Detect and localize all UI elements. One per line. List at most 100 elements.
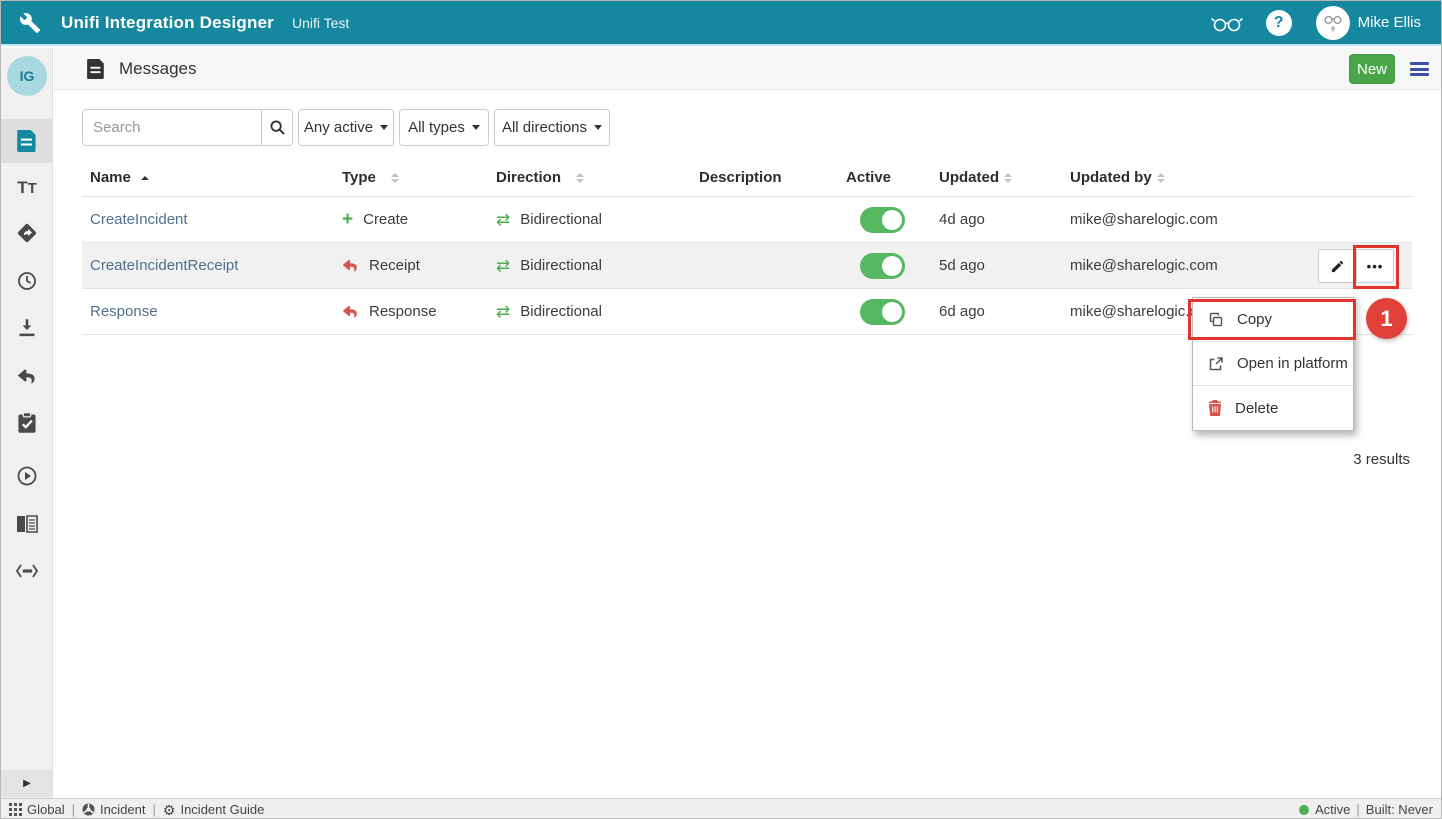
column-header-type[interactable]: Type bbox=[342, 169, 496, 186]
type-filter-dropdown[interactable]: All types bbox=[399, 109, 489, 146]
import-icon bbox=[17, 318, 37, 338]
environment-name[interactable]: Unifi Test bbox=[292, 15, 349, 31]
sidebar-item-responses[interactable] bbox=[1, 354, 53, 398]
column-label: Active bbox=[846, 169, 891, 186]
toggle-knob bbox=[882, 210, 902, 230]
column-label: Updated by bbox=[1070, 169, 1152, 186]
menu-item-label: Delete bbox=[1235, 400, 1278, 417]
updated-cell: 4d ago bbox=[939, 211, 1070, 228]
active-toggle[interactable] bbox=[860, 253, 905, 279]
column-header-updated[interactable]: Updated bbox=[939, 169, 1070, 186]
user-avatar[interactable] bbox=[1316, 6, 1350, 40]
row-actions: ••• bbox=[1318, 249, 1394, 283]
receipt-reply-icon bbox=[342, 258, 359, 273]
history-icon bbox=[16, 270, 38, 292]
external-link-icon bbox=[1208, 356, 1224, 372]
sort-icons bbox=[1004, 173, 1012, 183]
trash-icon bbox=[1208, 400, 1222, 416]
preview-glasses-icon[interactable] bbox=[1210, 11, 1244, 35]
menu-item-copy[interactable]: Copy bbox=[1193, 298, 1353, 342]
app-window: Unifi Integration Designer Unifi Test ? … bbox=[0, 0, 1442, 819]
chevron-down-icon bbox=[594, 125, 602, 130]
page-header: Messages New bbox=[54, 48, 1442, 90]
sidebar-item-fields[interactable]: TT bbox=[1, 166, 53, 210]
direction-label: Bidirectional bbox=[520, 211, 602, 228]
updated-by-cell: mike@sharelogic.com bbox=[1070, 257, 1310, 274]
gear-icon: ⚙ bbox=[163, 803, 176, 817]
direction-filter-label: All directions bbox=[502, 119, 587, 136]
message-name-link[interactable]: Response bbox=[90, 303, 158, 320]
sidebar-item-documentation[interactable] bbox=[1, 502, 53, 546]
app-title: Unifi Integration Designer bbox=[61, 13, 274, 33]
pencil-icon bbox=[1330, 259, 1345, 274]
active-status-icon bbox=[1299, 805, 1309, 815]
column-header-name[interactable]: Name bbox=[82, 169, 342, 186]
sidebar-item-import[interactable] bbox=[1, 306, 53, 350]
more-actions-button[interactable]: ••• bbox=[1356, 249, 1394, 283]
tasks-icon bbox=[17, 412, 37, 434]
sort-asc-icon bbox=[141, 176, 149, 180]
integration-avatar[interactable]: IG bbox=[7, 56, 47, 96]
search-button[interactable] bbox=[261, 109, 293, 146]
type-label: Receipt bbox=[369, 257, 420, 274]
column-header-active: Active bbox=[846, 169, 939, 186]
documentation-icon bbox=[15, 514, 39, 534]
wrench-icon bbox=[19, 12, 41, 34]
direction-filter-dropdown[interactable]: All directions bbox=[494, 109, 610, 146]
scope-label: Global bbox=[27, 802, 65, 817]
message-name-link[interactable]: CreateIncident bbox=[90, 211, 188, 228]
type-label: Response bbox=[369, 303, 437, 320]
updated-cell: 5d ago bbox=[939, 257, 1070, 274]
message-name-link[interactable]: CreateIncidentReceipt bbox=[90, 257, 238, 274]
sidebar-item-code[interactable] bbox=[1, 549, 53, 593]
search-input[interactable] bbox=[82, 109, 261, 146]
menu-item-label: Copy bbox=[1237, 311, 1272, 328]
integration-icon bbox=[16, 222, 38, 244]
type-filter-label: All types bbox=[408, 119, 465, 136]
help-icon[interactable]: ? bbox=[1266, 10, 1292, 36]
response-reply-icon bbox=[342, 304, 359, 319]
direction-label: Bidirectional bbox=[520, 257, 602, 274]
column-header-direction[interactable]: Direction bbox=[496, 169, 699, 186]
column-header-updated-by[interactable]: Updated by bbox=[1070, 169, 1310, 186]
top-navbar: Unifi Integration Designer Unifi Test ? … bbox=[1, 1, 1441, 46]
bidirectional-icon: ⇄ bbox=[496, 303, 510, 320]
direction-label: Bidirectional bbox=[520, 303, 602, 320]
sidebar-expand-button[interactable]: ▶ bbox=[1, 770, 53, 797]
column-label: Name bbox=[90, 169, 131, 186]
sidebar-item-history[interactable] bbox=[1, 259, 53, 303]
code-icon bbox=[15, 563, 39, 579]
active-filter-dropdown[interactable]: Any active bbox=[298, 109, 394, 146]
messages-icon bbox=[17, 130, 37, 152]
table-row: CreateIncident +Create ⇄Bidirectional 4d… bbox=[82, 197, 1412, 243]
sort-icons bbox=[391, 173, 399, 183]
built-status-label: Built: Never bbox=[1366, 802, 1433, 817]
chevron-down-icon bbox=[380, 125, 388, 130]
menu-item-open-in-platform[interactable]: Open in platform bbox=[1193, 342, 1353, 386]
menu-item-label: Open in platform bbox=[1237, 355, 1348, 372]
toggle-knob bbox=[882, 302, 902, 322]
menu-item-delete[interactable]: Delete bbox=[1193, 386, 1353, 430]
application-indicator[interactable]: Incident bbox=[82, 802, 146, 817]
user-name[interactable]: Mike Ellis bbox=[1358, 14, 1421, 31]
messages-page-icon bbox=[87, 59, 105, 79]
active-toggle[interactable] bbox=[860, 207, 905, 233]
sidebar-item-messages[interactable] bbox=[1, 119, 53, 163]
column-header-description: Description bbox=[699, 169, 846, 186]
results-count: 3 results bbox=[1353, 451, 1410, 468]
search-icon bbox=[270, 120, 285, 135]
new-button[interactable]: New bbox=[1349, 54, 1395, 84]
edit-button[interactable] bbox=[1318, 249, 1356, 283]
integration-label: Incident Guide bbox=[180, 802, 264, 817]
scope-indicator[interactable]: Global bbox=[9, 802, 65, 817]
menu-hamburger-icon[interactable] bbox=[1410, 62, 1429, 76]
active-toggle[interactable] bbox=[860, 299, 905, 325]
sidebar-item-integration[interactable] bbox=[1, 211, 53, 255]
type-label: Create bbox=[363, 211, 408, 228]
sidebar-item-run[interactable] bbox=[1, 454, 53, 498]
column-label: Updated bbox=[939, 169, 999, 186]
grid-icon bbox=[9, 803, 22, 816]
sidebar-item-tasks[interactable] bbox=[1, 401, 53, 445]
status-bar: Global | Incident | ⚙ Incident Guide Act… bbox=[1, 798, 1441, 819]
integration-indicator[interactable]: ⚙ Incident Guide bbox=[163, 802, 264, 817]
